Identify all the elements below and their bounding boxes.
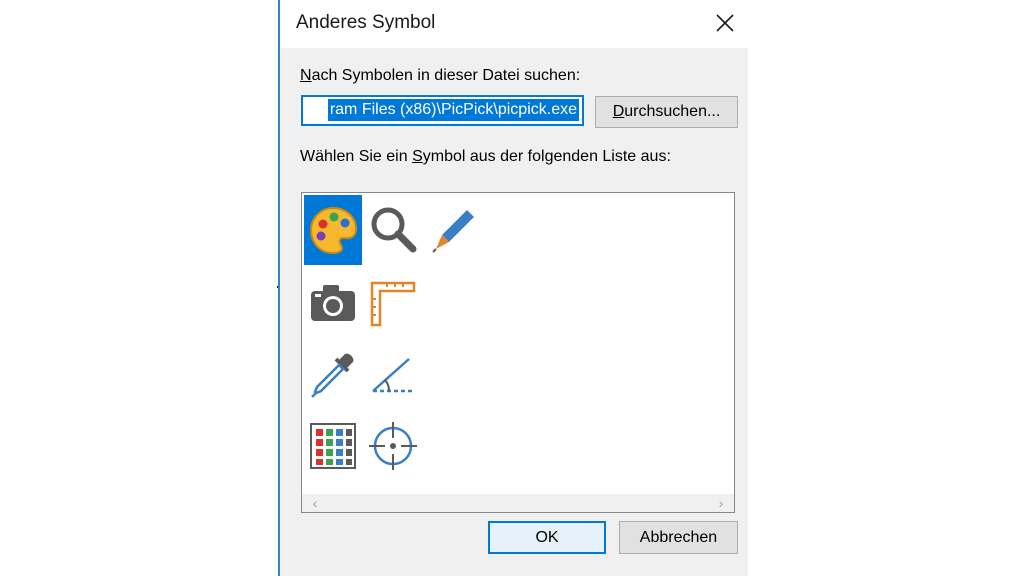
search-file-label: Nach Symbolen in dieser Datei suchen: <box>300 67 580 85</box>
list-label-accel: S <box>412 148 423 165</box>
symbol-cell-eyedropper[interactable] <box>304 340 362 410</box>
protractor-icon <box>372 358 413 393</box>
camera-icon <box>311 285 355 321</box>
other-symbol-dialog: Anderes Symbol Nach Symbolen in dieser D… <box>278 0 748 576</box>
pen-icon <box>432 210 474 253</box>
symbol-cell-crosshair[interactable] <box>364 411 422 481</box>
symbol-cell-palette[interactable] <box>304 195 362 265</box>
list-label-before: Wählen Sie ein <box>300 148 413 165</box>
list-label-after: ymbol aus der folgenden Liste aus: <box>422 148 671 165</box>
search-label-accel: N <box>300 67 312 84</box>
file-path-selected-text: ram Files (x86)\PicPick\picpick.exe <box>327 99 579 121</box>
cancel-button[interactable]: Abbrechen <box>619 521 738 554</box>
color-grid-icon <box>310 423 356 469</box>
search-label-text: ach Symbolen in dieser Datei suchen: <box>311 67 581 84</box>
eyedropper-icon <box>311 353 354 398</box>
symbol-cell-ruler[interactable] <box>364 268 422 338</box>
dialog-title: Anderes Symbol <box>296 12 436 33</box>
symbol-cell-color-grid[interactable] <box>304 411 362 481</box>
horizontal-scrollbar[interactable]: ‹ › <box>302 494 734 512</box>
title-bar: Anderes Symbol <box>280 0 748 48</box>
crosshair-icon <box>369 422 417 470</box>
browse-text: urchsuchen... <box>624 103 721 120</box>
scroll-left-arrow-icon[interactable]: ‹ <box>306 494 324 512</box>
palette-icon <box>309 206 358 255</box>
symbol-cell-protractor[interactable] <box>364 340 422 410</box>
file-path-input[interactable]: ram Files (x86)\PicPick\picpick.exe <box>301 95 584 126</box>
ruler-icon <box>370 281 416 327</box>
scroll-right-arrow-icon[interactable]: › <box>712 494 730 512</box>
symbol-cell-magnifier[interactable] <box>364 195 422 265</box>
symbol-list[interactable]: ‹ › <box>301 192 735 513</box>
browse-accel: D <box>612 103 625 120</box>
close-button[interactable] <box>702 0 748 46</box>
ok-button[interactable]: OK <box>488 521 606 554</box>
symbol-list-label: Wählen Sie ein Symbol aus der folgenden … <box>300 147 680 167</box>
symbol-cell-pen[interactable] <box>424 195 482 265</box>
close-icon <box>716 14 734 32</box>
browse-button[interactable]: Durchsuchen... <box>595 96 738 128</box>
magnifier-icon <box>371 207 417 253</box>
symbol-cell-camera[interactable] <box>304 268 362 338</box>
